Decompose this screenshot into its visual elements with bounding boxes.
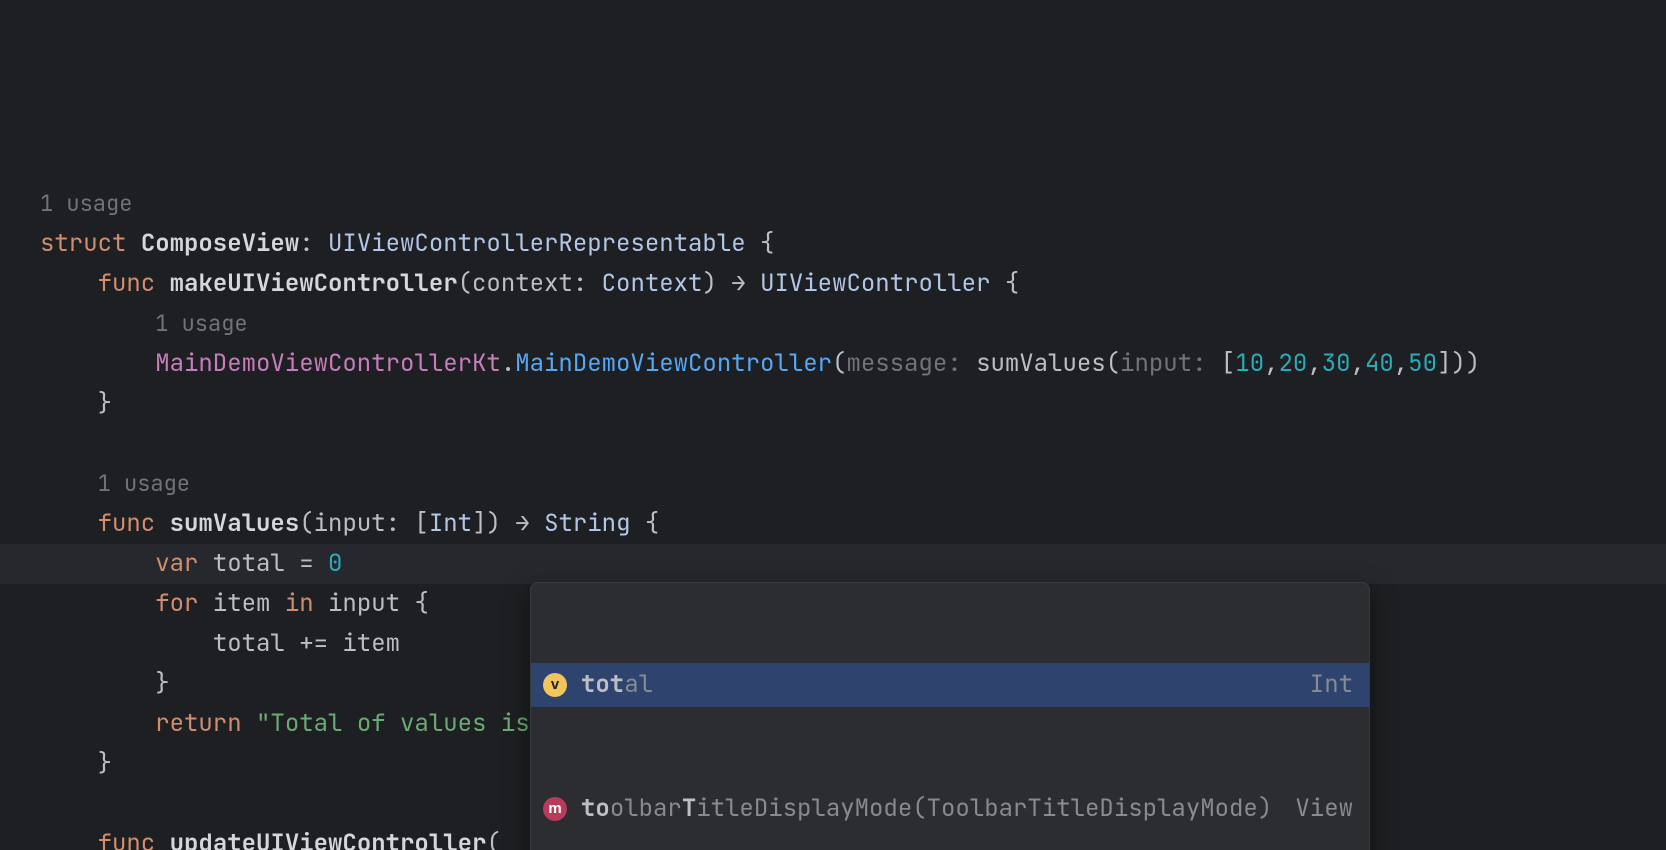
keyword-struct: struct (40, 228, 126, 259)
param-input: input (314, 508, 386, 539)
number-literal: 0 (314, 548, 343, 579)
param-hint-input: input (1120, 348, 1192, 379)
completion-label: toolbarTitleDisplayMode(ToolbarTitleDisp… (581, 791, 1281, 827)
paren-open: ( (458, 268, 472, 299)
struct-name: ComposeView (141, 228, 299, 259)
number-literal: 50 (1408, 348, 1437, 379)
autocomplete-item[interactable]: m toolbarTitleDisplayMode(ToolbarTitleDi… (531, 787, 1369, 831)
object-ref: MainDemoViewControllerKt (155, 348, 501, 379)
keyword-for: for (155, 588, 198, 619)
completion-type: Int (1310, 667, 1353, 703)
type-string: String (544, 508, 630, 539)
loop-collection: input (314, 588, 415, 619)
variable-icon: v (543, 673, 567, 697)
return-type: UIViewController (760, 268, 990, 299)
func-update: updateUIViewController (170, 828, 487, 850)
number-literal: 40 (1365, 348, 1394, 379)
keyword-return: return (155, 708, 241, 739)
method-call: MainDemoViewController (515, 348, 832, 379)
completion-type: View (1295, 791, 1353, 827)
func-make: makeUIViewController (170, 268, 458, 299)
loop-var: item (198, 588, 284, 619)
type-context: Context (602, 268, 703, 299)
arrow: → (501, 508, 544, 539)
type-int: Int (429, 508, 472, 539)
param-hint-message: message (846, 348, 947, 379)
brace-close: } (98, 748, 112, 779)
brace: { (630, 508, 659, 539)
code-editor[interactable]: 1 usage struct ComposeView: UIViewContro… (0, 0, 1666, 850)
autocomplete-item[interactable]: v total Int (531, 663, 1369, 707)
number-literal: 10 (1235, 348, 1264, 379)
brace-close: } (98, 388, 112, 419)
underscore-param: _ (501, 828, 515, 850)
autocomplete-popup[interactable]: v total Int m toolbarTitleDisplayMode(To… (530, 582, 1370, 850)
call-sumvalues: sumValues (976, 348, 1106, 379)
brace-close: } (155, 668, 169, 699)
func-sumvalues: sumValues (170, 508, 300, 539)
keyword-func: func (98, 268, 156, 299)
number-literal: 20 (1279, 348, 1308, 379)
keyword-in: in (285, 588, 314, 619)
keyword-var: var (155, 548, 198, 579)
param-context-label: context (472, 268, 573, 299)
colon: : (299, 228, 313, 259)
usage-hint[interactable]: 1 usage (40, 189, 132, 218)
string-body: Total of values is (270, 708, 544, 739)
usage-hint[interactable]: 1 usage (98, 469, 190, 498)
number-literal: 30 (1322, 348, 1351, 379)
protocol-name: UIViewControllerRepresentable (328, 228, 746, 259)
keyword-func: func (98, 508, 156, 539)
completion-label: total (581, 667, 1296, 703)
brace: { (990, 268, 1019, 299)
var-total: total (198, 548, 299, 579)
statement: total += item (213, 628, 400, 659)
paren-close: ) (702, 268, 716, 299)
method-icon: m (543, 797, 567, 821)
keyword-func: func (98, 828, 156, 850)
arrow: → (717, 268, 760, 299)
usage-hint[interactable]: 1 usage (155, 309, 247, 338)
string-open: " (242, 708, 271, 739)
brace: { (746, 228, 775, 259)
